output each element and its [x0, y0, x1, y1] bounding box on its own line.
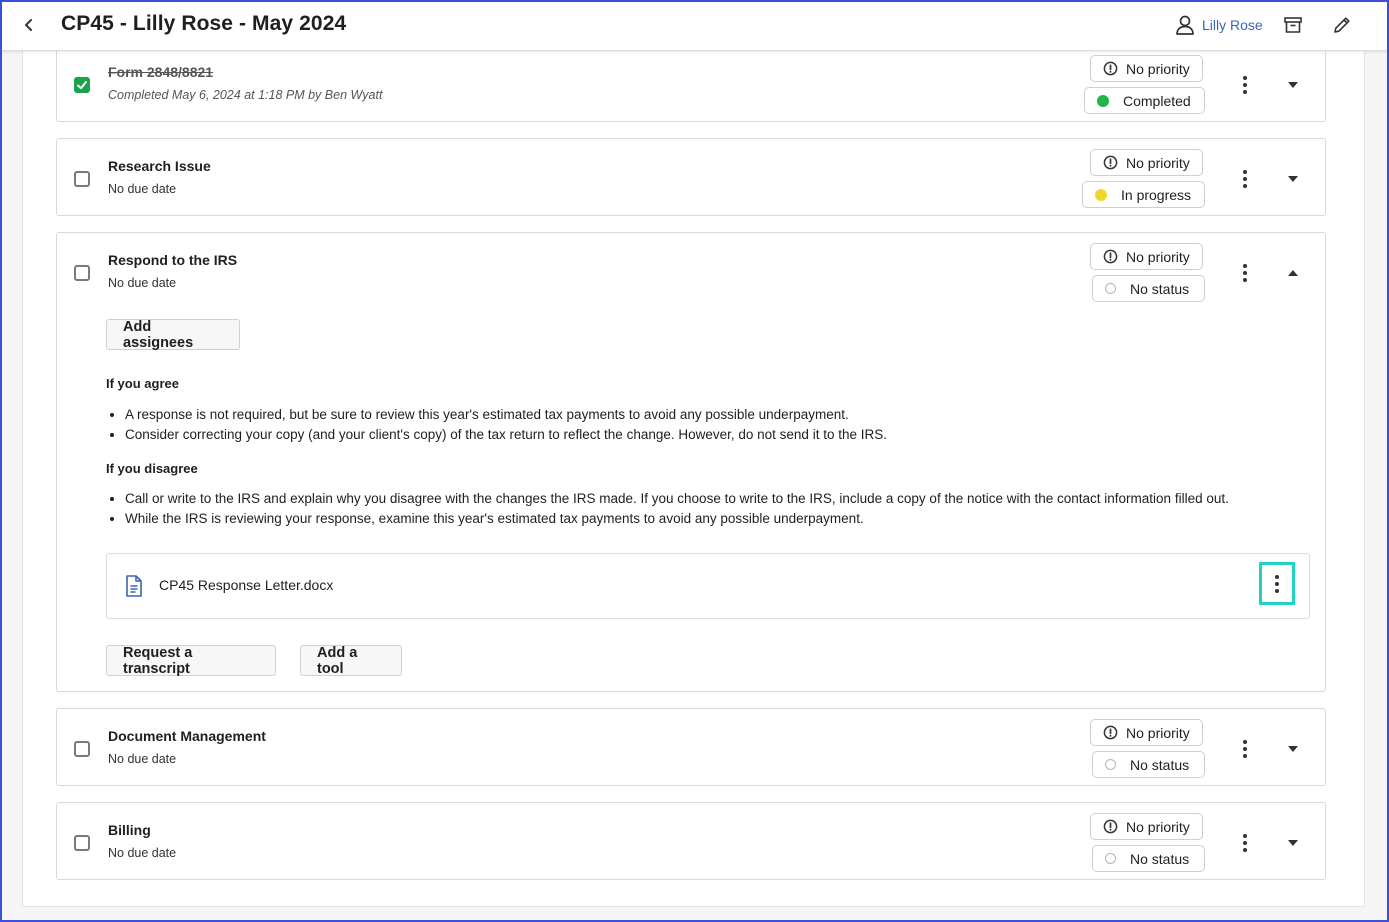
task-due-date: No due date [108, 752, 177, 766]
user-name: Lilly Rose [1202, 17, 1263, 33]
attachment-more-button[interactable] [1259, 562, 1295, 605]
priority-icon [1103, 155, 1118, 170]
task-more-button[interactable] [1233, 167, 1257, 191]
task-checkbox[interactable] [74, 77, 90, 93]
priority-button[interactable]: No priority [1090, 243, 1203, 270]
status-button[interactable]: No status [1092, 751, 1205, 778]
expand-button[interactable] [1283, 739, 1303, 759]
assigned-user-link[interactable]: Lilly Rose [1174, 12, 1263, 38]
request-transcript-button[interactable]: Request a transcript [106, 645, 276, 677]
page-header: CP45 - Lilly Rose - May 2024 Lilly Rose [2, 2, 1387, 51]
status-button[interactable]: In progress [1082, 181, 1205, 208]
caret-down-icon [1288, 840, 1298, 846]
page-title: CP45 - Lilly Rose - May 2024 [61, 12, 347, 35]
task-title[interactable]: Document Management [108, 728, 266, 744]
archive-button[interactable] [1280, 12, 1306, 38]
attachment-row: CP45 Response Letter.docx [106, 553, 1310, 619]
status-dot-icon [1105, 759, 1116, 770]
caret-up-icon [1288, 270, 1298, 276]
status-label: No status [1130, 756, 1190, 773]
status-button[interactable]: No status [1092, 275, 1205, 302]
caret-down-icon [1288, 82, 1298, 88]
section-heading-disagree: If you disagree [106, 461, 198, 476]
agree-list: A response is not required, but be sure … [110, 405, 887, 445]
priority-button[interactable]: No priority [1090, 719, 1203, 746]
expand-button[interactable] [1283, 169, 1303, 189]
priority-icon [1103, 61, 1118, 76]
priority-button[interactable]: No priority [1090, 55, 1203, 82]
task-more-button[interactable] [1233, 261, 1257, 285]
task-more-button[interactable] [1233, 831, 1257, 855]
task-more-button[interactable] [1233, 737, 1257, 761]
task-card-respond-to-irs: Respond to the IRS No due date No priori… [56, 232, 1326, 692]
priority-icon [1103, 249, 1118, 264]
collapse-button[interactable] [1283, 263, 1303, 283]
task-checkbox[interactable] [74, 171, 90, 187]
status-dot-icon [1095, 188, 1107, 201]
user-icon [1176, 15, 1194, 35]
status-button[interactable]: No status [1092, 845, 1205, 872]
priority-label: No priority [1126, 60, 1190, 77]
expand-button[interactable] [1283, 833, 1303, 853]
priority-button[interactable]: No priority [1090, 149, 1203, 176]
attachment-file-name[interactable]: CP45 Response Letter.docx [159, 577, 333, 593]
add-tool-button[interactable]: Add a tool [300, 645, 402, 677]
task-completed-info: Completed May 6, 2024 at 1:18 PM by Ben … [108, 88, 383, 102]
list-item: Consider correcting your copy (and your … [110, 425, 887, 445]
priority-icon [1103, 725, 1118, 740]
priority-label: No priority [1126, 724, 1190, 741]
status-dot-icon [1097, 94, 1109, 107]
task-more-button[interactable] [1233, 73, 1257, 97]
task-title[interactable]: Form 2848/8821 [108, 64, 213, 80]
task-title[interactable]: Billing [108, 822, 151, 838]
task-checkbox[interactable] [74, 835, 90, 851]
list-item: A response is not required, but be sure … [110, 405, 887, 425]
status-dot-icon [1105, 283, 1116, 294]
document-icon [126, 575, 142, 597]
check-icon [77, 81, 87, 90]
status-button[interactable]: Completed [1084, 87, 1205, 114]
task-title[interactable]: Respond to the IRS [108, 252, 237, 268]
section-heading-agree: If you agree [106, 376, 179, 391]
status-label: No status [1130, 850, 1190, 867]
task-due-date: No due date [108, 276, 177, 290]
priority-icon [1103, 819, 1118, 834]
edit-button[interactable] [1329, 12, 1355, 38]
chevron-left-icon [25, 19, 32, 31]
back-button[interactable] [16, 12, 42, 38]
task-checkbox[interactable] [74, 741, 90, 757]
list-item: Call or write to the IRS and explain why… [110, 489, 1229, 509]
priority-label: No priority [1126, 154, 1190, 171]
status-label: In progress [1121, 186, 1192, 203]
status-dot-icon [1105, 853, 1116, 864]
priority-label: No priority [1126, 818, 1190, 835]
task-title[interactable]: Research Issue [108, 158, 211, 174]
caret-down-icon [1288, 746, 1298, 752]
add-assignees-button[interactable]: Add assignees [106, 319, 240, 351]
expand-button[interactable] [1283, 75, 1303, 95]
archive-icon [1284, 17, 1302, 33]
task-due-date: No due date [108, 846, 177, 860]
disagree-list: Call or write to the IRS and explain why… [110, 489, 1229, 529]
task-card-billing: Billing No due date No priority No statu… [56, 802, 1326, 880]
app-window: CP45 - Lilly Rose - May 2024 Lilly Rose [0, 0, 1389, 922]
priority-label: No priority [1126, 248, 1190, 265]
task-due-date: No due date [108, 182, 177, 196]
caret-down-icon [1288, 176, 1298, 182]
task-card-document-management: Document Management No due date No prior… [56, 708, 1326, 786]
task-checkbox[interactable] [74, 265, 90, 281]
priority-button[interactable]: No priority [1090, 813, 1203, 840]
status-label: Completed [1123, 92, 1191, 109]
list-item: While the IRS is reviewing your response… [110, 509, 1229, 529]
status-label: No status [1130, 280, 1190, 297]
task-card-research-issue: Research Issue No due date No priority I… [56, 138, 1326, 216]
pencil-icon [1334, 17, 1350, 33]
